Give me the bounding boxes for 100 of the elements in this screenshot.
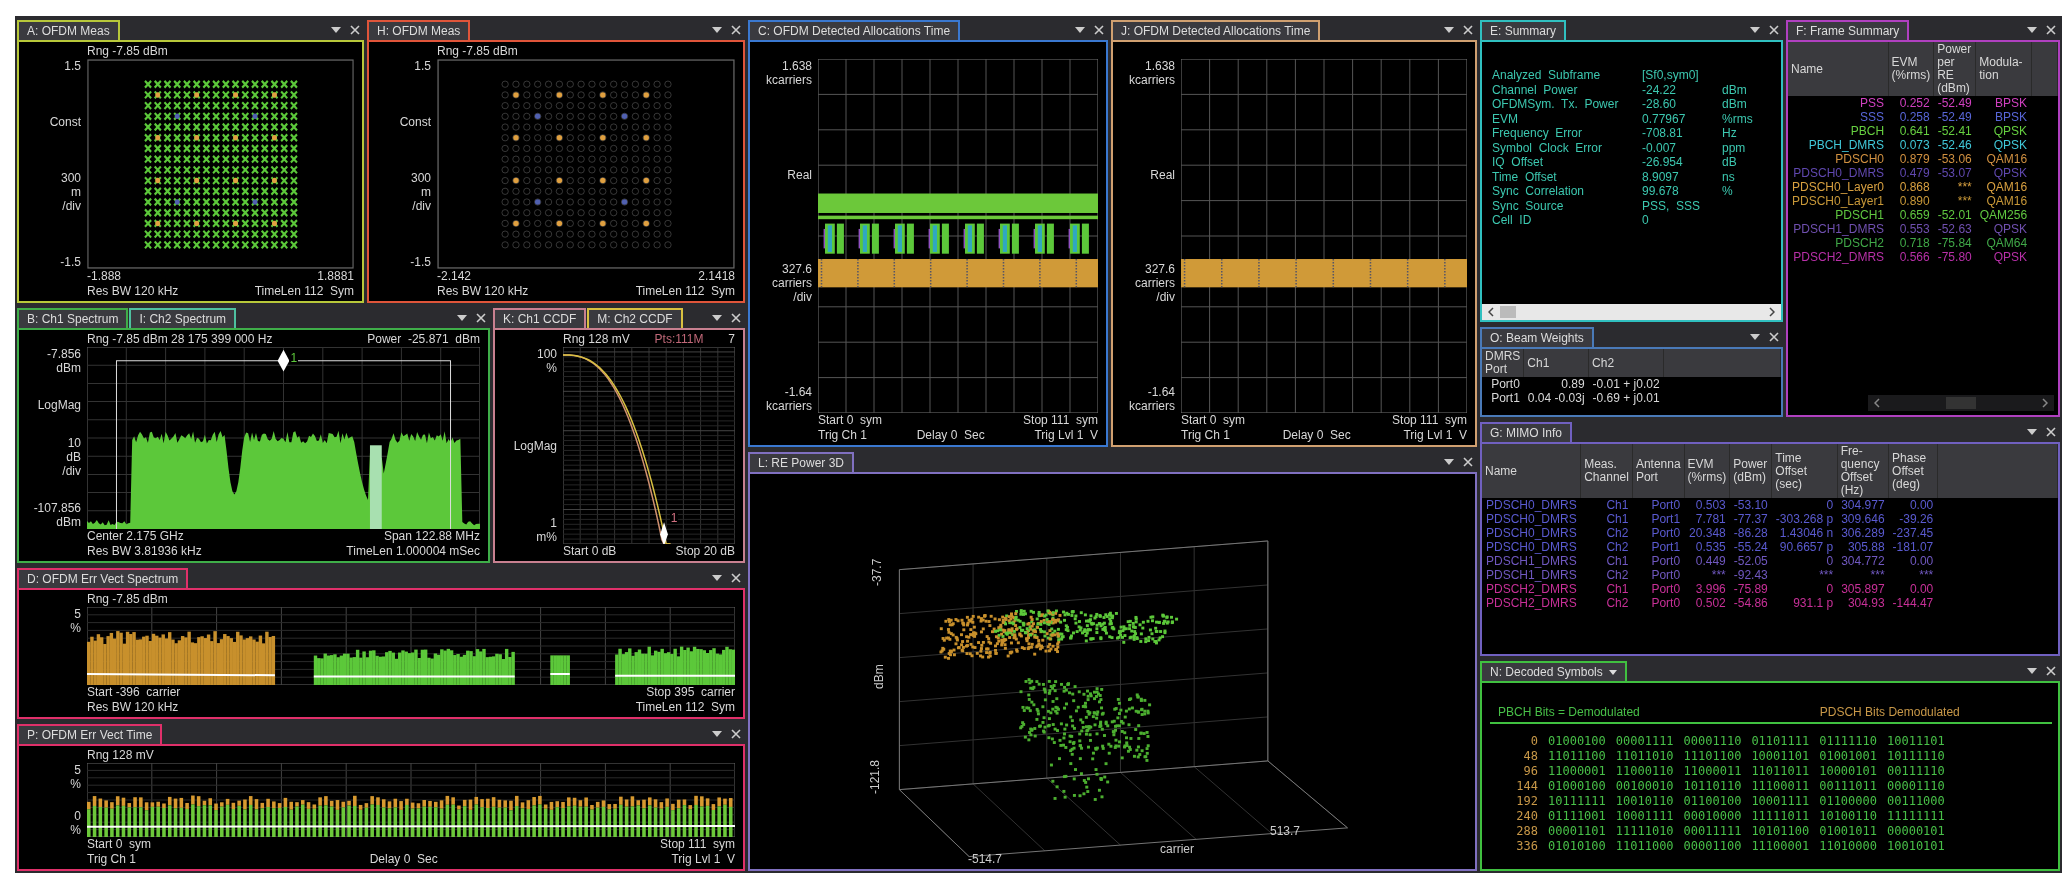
dropdown-icon[interactable]	[712, 729, 722, 739]
column-header[interactable]: Name	[1482, 444, 1581, 498]
axis-label: Const	[49, 115, 81, 129]
close-icon[interactable]	[2046, 666, 2056, 676]
panel-tab[interactable]: P: OFDM Err Vect Time	[17, 724, 163, 744]
panel-tab[interactable]: D: OFDM Err Vect Spectrum	[17, 568, 189, 588]
column-header[interactable]: Meas. Channel	[1580, 444, 1633, 498]
close-icon[interactable]	[731, 25, 741, 35]
panel-tab[interactable]: A: OFDM Meas	[17, 20, 120, 40]
bit-group: 10110110	[1683, 779, 1742, 794]
panel-tab[interactable]: F: Frame Summary	[1786, 20, 1910, 40]
symbol-legend: PBCH Bits = Demodulated	[1498, 705, 1640, 719]
table-cell: 0	[1826, 498, 1834, 512]
panel-tab[interactable]: O: Beam Weights	[1480, 327, 1594, 347]
dropdown-icon[interactable]	[1750, 25, 1760, 35]
panel-tab[interactable]: K: Ch1 CCDF	[493, 308, 587, 328]
dropdown-icon[interactable]	[1444, 457, 1454, 467]
axis-label: 1.638 kcarriers	[1129, 59, 1175, 87]
panel-tab[interactable]: G: MIMO Info	[1480, 422, 1572, 442]
summary-value: 0.77967	[1642, 111, 1687, 126]
axis-label: 513.7	[1270, 824, 1301, 838]
bit-group: 11000001	[1548, 764, 1606, 779]
table-cell: 7.781	[1695, 512, 1726, 526]
panel-tab[interactable]: I: Ch2 Spectrum	[129, 308, 237, 328]
column-header[interactable]: Time Offset (sec)	[1771, 444, 1838, 498]
bit-group: 10101100	[1751, 824, 1810, 839]
axis-label: 327.6 carriers /div	[772, 262, 812, 305]
column-header[interactable]: Ch2	[1588, 349, 1664, 377]
close-icon[interactable]	[350, 25, 360, 35]
dropdown-icon[interactable]	[331, 25, 341, 35]
panel-tab[interactable]: B: Ch1 Spectrum	[17, 308, 129, 328]
axis-label: Start 0 sym	[1181, 413, 1245, 428]
table-cell: 0.535	[1695, 540, 1726, 554]
column-header[interactable]: Antenna Port	[1632, 444, 1685, 498]
table-cell: -39.26	[1899, 512, 1934, 526]
table-cell: QAM256	[1979, 208, 2028, 222]
table-cell: 931.1 p	[1793, 596, 1834, 610]
dropdown-icon[interactable]	[1444, 25, 1454, 35]
dropdown-icon[interactable]	[457, 313, 467, 323]
plot-readout: Rng -7.85 dBm	[87, 44, 168, 59]
scrollbar-thumb[interactable]	[1500, 306, 1516, 318]
close-icon[interactable]	[731, 729, 741, 739]
table-cell: -54.86	[1733, 596, 1768, 610]
table-cell: Port0	[1651, 498, 1681, 512]
close-icon[interactable]	[2046, 25, 2056, 35]
bit-group: 01000100	[1548, 734, 1606, 749]
dropdown-icon[interactable]	[712, 573, 722, 583]
dropdown-icon[interactable]	[2027, 25, 2037, 35]
dropdown-icon[interactable]	[712, 25, 722, 35]
column-header[interactable]: EVM (%rms)	[1888, 42, 1934, 96]
summary-value: PSS, SSS	[1642, 198, 1702, 213]
column-header[interactable]: Fre- quency Offset (Hz)	[1837, 444, 1889, 498]
table-cell: -92.43	[1733, 568, 1768, 582]
close-icon[interactable]	[1769, 25, 1779, 35]
dropdown-icon[interactable]	[2027, 666, 2037, 676]
column-header[interactable]: Ch1	[1523, 349, 1589, 377]
close-icon[interactable]	[2046, 427, 2056, 437]
dropdown-icon[interactable]	[1075, 25, 1085, 35]
close-icon[interactable]	[731, 313, 741, 323]
table-cell: 0.00	[1909, 554, 1934, 568]
table-cell: -52.49	[1937, 96, 1972, 110]
column-header[interactable]: Name	[1788, 42, 1889, 96]
close-icon[interactable]	[476, 313, 486, 323]
scrollbar-thumb[interactable]	[1946, 397, 1976, 409]
bit-group: 10001101	[1751, 749, 1810, 764]
close-icon[interactable]	[1463, 457, 1473, 467]
panel-tab[interactable]: L: RE Power 3D	[748, 452, 855, 472]
bit-group: 00111000	[1887, 794, 1945, 809]
table-cell: 304.772	[1841, 554, 1885, 568]
table-cell: 0	[1826, 582, 1834, 596]
panel-tab[interactable]: C: OFDM Detected Allocations Time	[748, 20, 961, 40]
close-icon[interactable]	[1769, 332, 1779, 342]
table-cell: BPSK	[1995, 110, 2028, 124]
column-header[interactable]: DMRS Port	[1482, 349, 1524, 377]
panel-tab[interactable]: E: Summary	[1480, 20, 1566, 40]
bit-group: 11100011	[1751, 779, 1810, 794]
table-cell: QPSK	[1993, 222, 2028, 236]
panel-tab[interactable]: J: OFDM Detected Allocations Time	[1111, 20, 1321, 40]
panel-tab[interactable]: M: Ch2 CCDF	[587, 308, 683, 328]
column-header[interactable]: Power per RE (dBm)	[1933, 42, 1976, 96]
dropdown-icon[interactable]	[2027, 427, 2037, 437]
column-header[interactable]: Phase Offset (deg)	[1888, 444, 1938, 498]
caret-icon[interactable]	[1608, 669, 1617, 675]
dropdown-icon[interactable]	[712, 313, 722, 323]
dropdown-icon[interactable]	[1750, 332, 1760, 342]
horizontal-scrollbar[interactable]	[1868, 395, 2054, 411]
bit-group: 00001110	[1683, 734, 1742, 749]
close-icon[interactable]	[731, 573, 741, 583]
close-icon[interactable]	[1463, 25, 1473, 35]
bit-group: 11111010	[1615, 824, 1674, 839]
column-header[interactable]: EVM (%rms)	[1684, 444, 1730, 498]
panel-tab[interactable]: N: Decoded Symbols	[1480, 661, 1627, 681]
column-header[interactable]: Modula- tion	[1975, 42, 2032, 96]
column-header[interactable]: Power (dBm)	[1729, 444, 1772, 498]
table-cell: 0.641	[1899, 124, 1930, 138]
axis-label: Trig Ch 1	[818, 428, 867, 443]
horizontal-scrollbar[interactable]	[1482, 304, 1781, 320]
panel-tab[interactable]: H: OFDM Meas	[367, 20, 471, 40]
summary-unit: ns	[1722, 169, 1736, 184]
close-icon[interactable]	[1094, 25, 1104, 35]
